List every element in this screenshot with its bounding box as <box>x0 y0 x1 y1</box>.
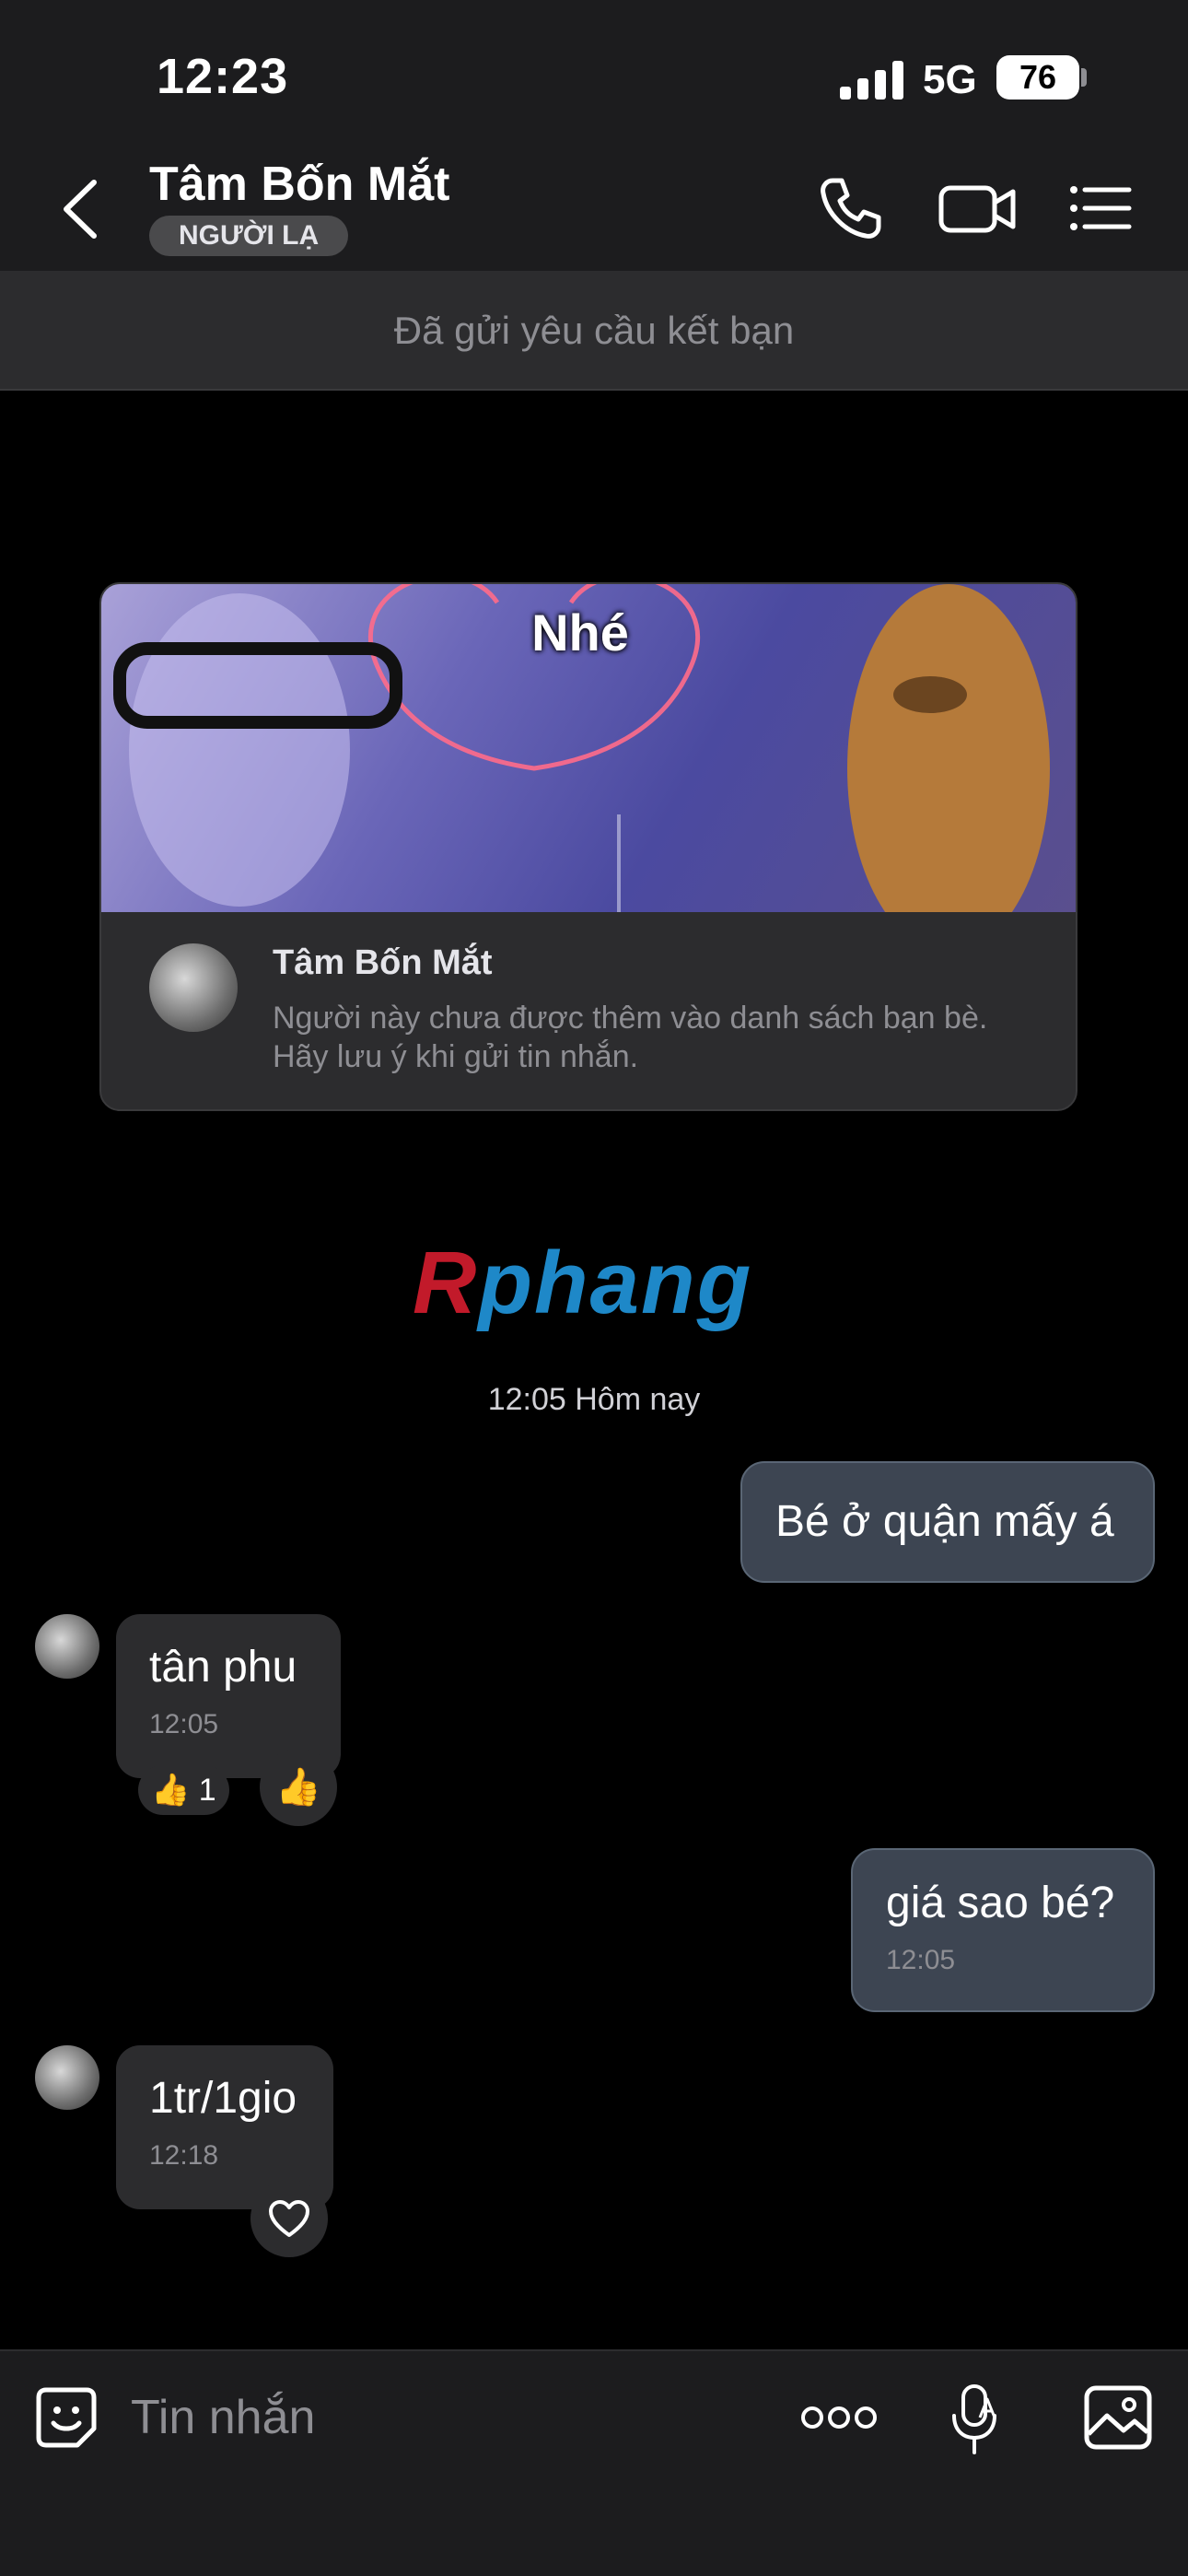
chat-header: Tâm Bốn Mắt NGƯỜI LẠ <box>0 147 1188 271</box>
watermark-logo: Rphang <box>413 1234 753 1332</box>
stranger-warning-text: Người này chưa được thêm vào danh sách b… <box>273 1001 988 1074</box>
avatar[interactable] <box>35 1614 99 1679</box>
message-time: 12:18 <box>149 2140 219 2171</box>
video-camera-icon[interactable] <box>938 173 1017 243</box>
list-menu-icon[interactable] <box>1068 173 1133 243</box>
signal-icon <box>840 61 903 100</box>
contact-name[interactable]: Tâm Bốn Mắt <box>149 157 449 212</box>
image-icon[interactable] <box>1083 2384 1153 2451</box>
profile-card[interactable]: Nhé Tâm Bốn Mắt Người này chưa được thêm… <box>99 582 1077 1111</box>
date-separator: 12:05 Hôm nay <box>487 1382 701 1417</box>
friend-request-banner: Đã gửi yêu cầu kết bạn <box>0 271 1188 391</box>
message-text: 1tr/1gio <box>149 2074 297 2123</box>
battery-cap <box>1081 68 1087 87</box>
message-time: 12:05 <box>886 1945 956 1975</box>
react-button[interactable] <box>250 2180 328 2257</box>
mic-icon[interactable] <box>949 2383 1000 2456</box>
chevron-left-icon[interactable] <box>57 177 101 241</box>
message-input-bar <box>0 2349 1188 2576</box>
phone-icon[interactable] <box>814 173 884 243</box>
avatar[interactable] <box>35 2045 99 2110</box>
message-bubble-sent[interactable]: Bé ở quận mấy á <box>740 1461 1155 1583</box>
card-contact-name: Tâm Bốn Mắt <box>273 943 493 982</box>
status-bar: 12:23 5G 76 <box>0 0 1188 147</box>
heart-icon <box>269 2200 309 2237</box>
message-text: tân phu <box>149 1643 297 1692</box>
thumbs-up-icon: 👍 <box>151 1773 191 1808</box>
cover-caption: Nhé <box>531 603 629 662</box>
react-button[interactable]: 👍 <box>260 1749 337 1826</box>
reaction-count: 1 <box>198 1773 216 1808</box>
reaction-summary[interactable]: 👍 1 <box>138 1765 229 1815</box>
message-input[interactable] <box>131 2384 757 2451</box>
network-type: 5G <box>923 57 977 102</box>
message-text: Bé ở quận mấy á <box>775 1497 1114 1546</box>
status-time: 12:23 <box>157 49 289 104</box>
thumbs-up-icon: 👍 <box>275 1767 321 1808</box>
sticker-face-icon[interactable] <box>33 2384 99 2451</box>
avatar[interactable] <box>149 943 238 1032</box>
stranger-badge: NGƯỜI LẠ <box>149 216 349 256</box>
message-time: 12:05 <box>149 1709 219 1739</box>
more-dots-icon[interactable] <box>801 2403 877 2432</box>
message-text: giá sao bé? <box>886 1879 1115 1927</box>
message-bubble-sent[interactable]: giá sao bé? 12:05 <box>851 1848 1155 2012</box>
battery-indicator: 76 <box>996 55 1079 100</box>
cover-image: Nhé <box>101 584 1076 912</box>
